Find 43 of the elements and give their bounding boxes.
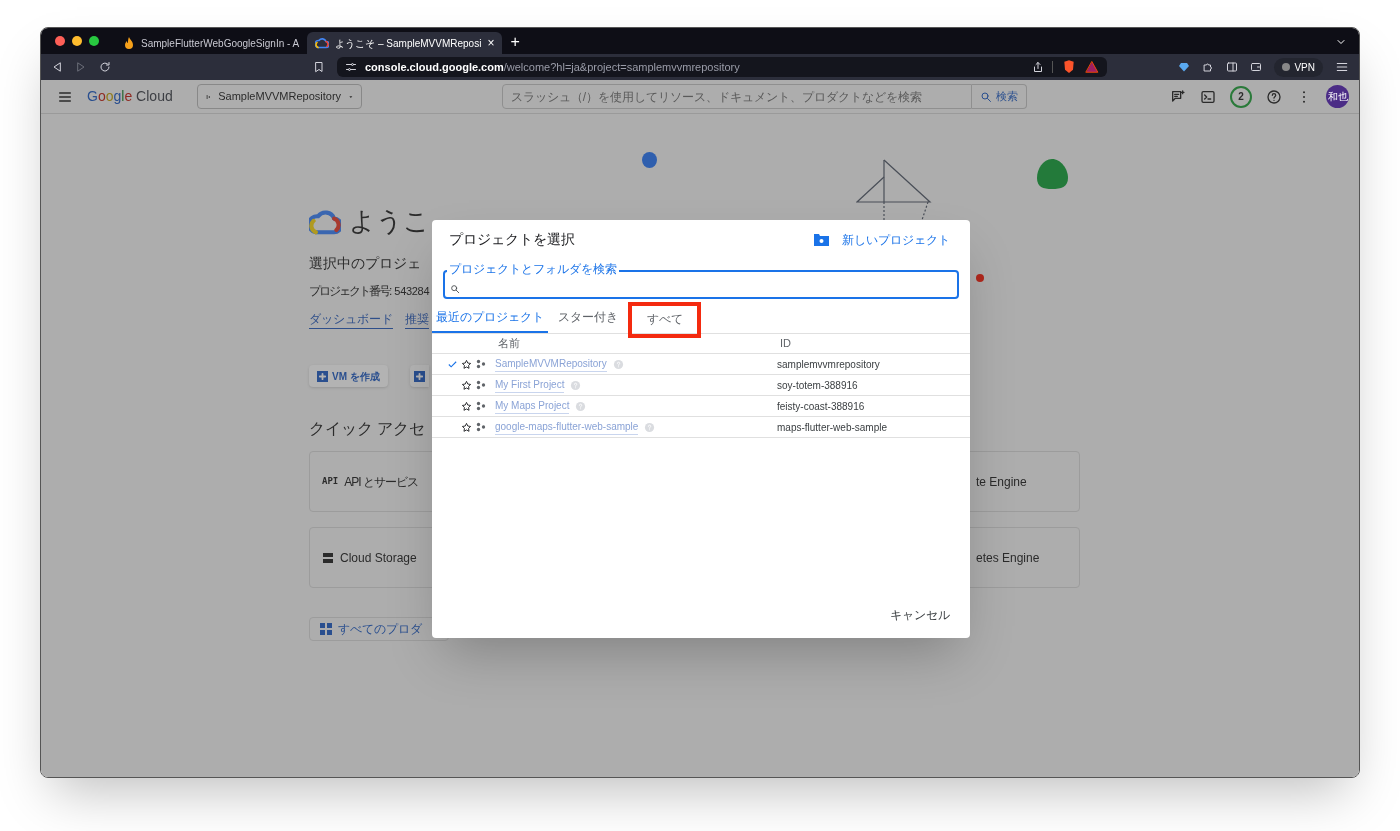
tab-title: ようこそ – SampleMVVMReposi [335, 36, 482, 51]
browser-tab[interactable]: ようこそ – SampleMVVMReposi × [307, 32, 503, 54]
page-link[interactable]: ダッシュボード [309, 310, 393, 329]
card-label: etes Engine [976, 549, 1040, 567]
new-project-link[interactable]: 新しいプロジェクト [842, 230, 950, 249]
dialog-tab[interactable]: すべて [628, 302, 701, 338]
vpn-button[interactable]: VPN [1274, 57, 1323, 77]
column-header: ID [780, 336, 791, 352]
selected-project-label: 選択中のプロジェ [309, 254, 421, 273]
project-row[interactable]: SampleMVVMRepository samplemvvmrepository [432, 354, 970, 375]
project-number: プロジェクト番号: 543284 [309, 283, 430, 300]
new-tab-button[interactable]: + [510, 34, 520, 50]
field-label: プロジェクトとフォルダを検索 [447, 263, 619, 275]
browser-tab[interactable]: SampleFlutterWebGoogleSignIn - A [115, 32, 308, 54]
address-bar[interactable]: console.cloud.google.com/welcome?hl=ja&project=samplemvvmrepository [337, 57, 1107, 77]
project-id: feisty-coast-388916 [777, 399, 865, 414]
card-label: API とサービス [344, 473, 418, 491]
api-icon: API [322, 474, 339, 489]
project-id: soy-totem-388916 [777, 378, 858, 393]
welcome-heading: ようこ [349, 205, 430, 238]
logo[interactable]: Google Cloud [87, 86, 173, 107]
cancel-button[interactable]: キャンセル [890, 606, 950, 624]
dialog-tab[interactable]: 最近のプロジェクト [432, 303, 548, 333]
notification-badge[interactable]: 2 [1230, 85, 1252, 108]
create-vm-button[interactable]: VM を作成 [309, 365, 388, 387]
page-link[interactable]: 推奨 [405, 310, 429, 329]
dialog-title: プロジェクトを選択 [449, 230, 575, 249]
project-row[interactable]: My First Project soy-totem-388916 [432, 375, 970, 396]
tab-title: SampleFlutterWebGoogleSignIn - A [141, 36, 300, 51]
project-picker[interactable]: SampleMVVMRepository [196, 84, 362, 109]
avatar[interactable]: 和也 [1326, 85, 1349, 108]
close-tab-button[interactable]: × [487, 37, 495, 49]
column-header: 名前 [498, 336, 521, 352]
dialog-tab[interactable]: スター付き [548, 303, 628, 333]
project-row[interactable]: My Maps Project feisty-coast-388916 [432, 396, 970, 417]
card-label: te Engine [976, 473, 1027, 491]
project-id: maps-flutter-web-sample [777, 420, 888, 435]
project-id: samplemvvmrepository [777, 357, 880, 372]
search-button[interactable]: 検索 [971, 84, 1027, 109]
project-row[interactable]: google-maps-flutter-web-sample maps-flutter-web-sample [432, 417, 970, 438]
quick-access-title: クイック アクセ [309, 419, 426, 439]
url-text: console.cloud.google.com/welcome?hl=ja&project=samplemvvmrepository [365, 59, 740, 75]
card-label: Cloud Storage [340, 549, 417, 567]
